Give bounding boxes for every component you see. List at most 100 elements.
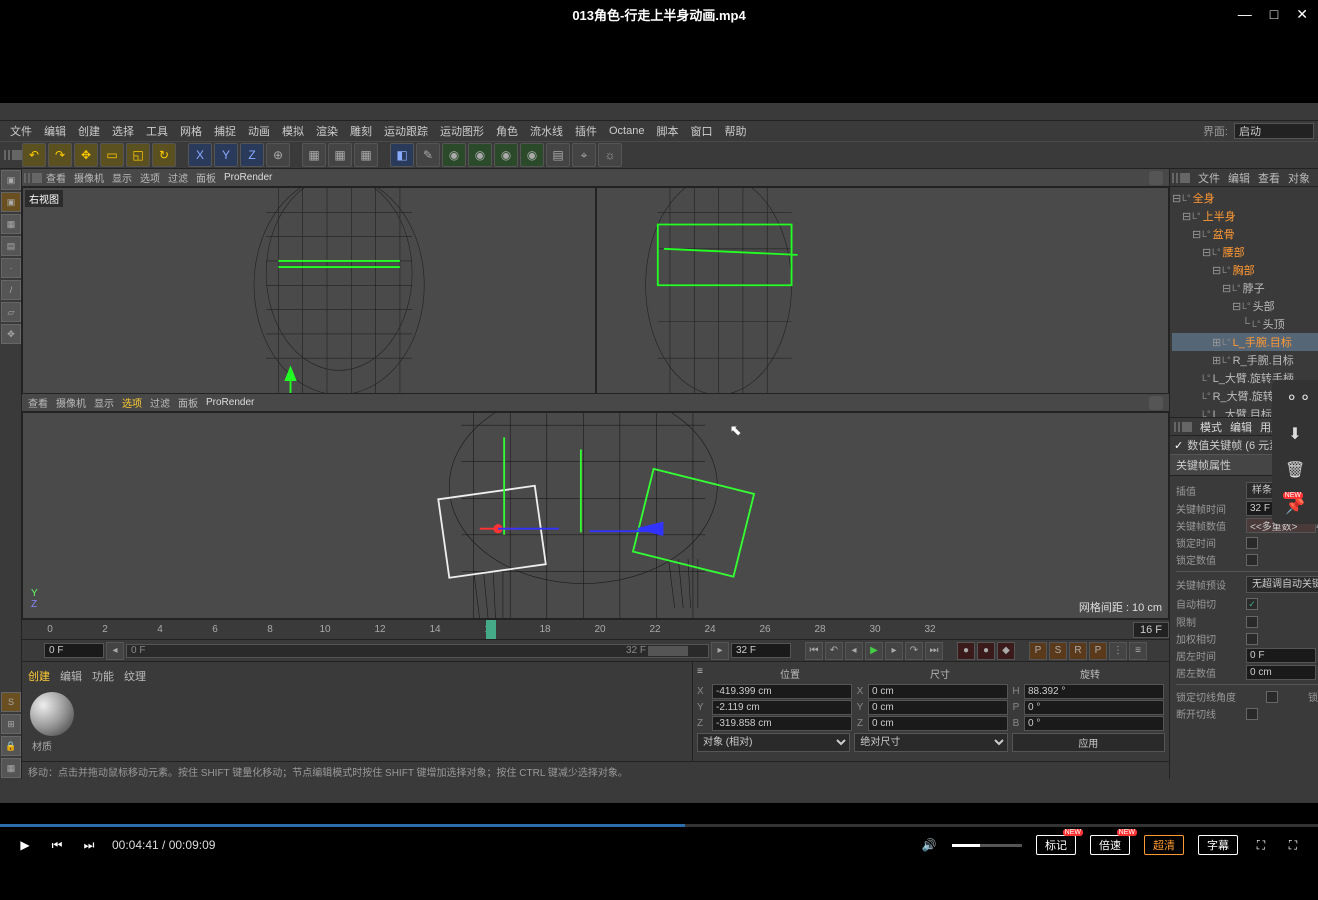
cube-primitive-button[interactable]: ◧: [390, 143, 414, 167]
texture-mode-button[interactable]: ▦: [1, 214, 21, 234]
mat-menu-create[interactable]: 创建: [28, 668, 50, 684]
misc-button[interactable]: ▦: [1, 758, 21, 778]
point-mode-button[interactable]: ·: [1, 258, 21, 278]
maximize-button[interactable]: □: [1270, 6, 1278, 23]
vp-menu-display[interactable]: 显示: [108, 170, 136, 185]
tree-item-3[interactable]: ⊟L°腰部: ::: [1172, 243, 1318, 261]
timeline-ruler[interactable]: 16 F 02468101214161820222426283032: [22, 619, 1169, 639]
workplane-toggle[interactable]: ⊞: [1, 714, 21, 734]
tree-item-8[interactable]: ⊞L°L_手腕.目标: ::: [1172, 333, 1318, 351]
menu-1[interactable]: 编辑: [38, 123, 72, 139]
tree-item-1[interactable]: ⊟L°上半身: ::: [1172, 207, 1318, 225]
next-video-button[interactable]: ⏭: [80, 836, 98, 854]
lock-button[interactable]: 🔒: [1, 736, 21, 756]
mat-menu-func[interactable]: 功能: [92, 668, 114, 684]
vp-menu-options[interactable]: 选项: [136, 170, 164, 185]
edge-mode-button[interactable]: /: [1, 280, 21, 300]
share-icon[interactable]: ⚬⚬: [1285, 388, 1305, 408]
range-end-input[interactable]: [731, 643, 791, 658]
snap-button[interactable]: S: [1, 692, 21, 712]
leftval-input[interactable]: [1246, 665, 1316, 680]
tree-item-4[interactable]: ⊟L°胸部: ::: [1172, 261, 1318, 279]
workplane-button[interactable]: ▤: [1, 236, 21, 256]
record-button[interactable]: ●: [957, 642, 975, 660]
viewport-top-left[interactable]: 右视图: [22, 187, 596, 394]
vp-menu-filter[interactable]: 过滤: [146, 395, 174, 410]
trash-icon[interactable]: 🗑: [1285, 460, 1305, 480]
tree-item-5[interactable]: ⊟L°脖子: ::: [1172, 279, 1318, 297]
play-pause-button[interactable]: ▶: [16, 836, 34, 854]
tree-item-6[interactable]: ⊟L°头部: ::: [1172, 297, 1318, 315]
floor-button[interactable]: ▤: [546, 143, 570, 167]
undo-button[interactable]: ↶: [22, 143, 46, 167]
attr-edit[interactable]: 编辑: [1230, 419, 1252, 435]
render-view-button[interactable]: ▦: [302, 143, 326, 167]
deformer-button[interactable]: ◉: [520, 143, 544, 167]
camera-button[interactable]: ⌖: [572, 143, 596, 167]
size-Y[interactable]: [868, 700, 1008, 715]
close-button[interactable]: ✕: [1296, 6, 1308, 23]
vp-config-icon[interactable]: [1149, 396, 1163, 410]
z-axis-toggle[interactable]: Z: [240, 143, 264, 167]
menu-3[interactable]: 选择: [106, 123, 140, 139]
menu-17[interactable]: 脚本: [650, 123, 684, 139]
breaktan-check[interactable]: [1246, 708, 1258, 720]
volume-icon[interactable]: 🔊: [920, 836, 938, 854]
autokey-button[interactable]: ●: [977, 642, 995, 660]
polygon-mode-button[interactable]: ▱: [1, 302, 21, 322]
coord-system-button[interactable]: ⊕: [266, 143, 290, 167]
vp-menu-view[interactable]: 查看: [24, 395, 52, 410]
fullscreen-icon[interactable]: ⛶: [1284, 836, 1302, 854]
tree-item-9[interactable]: ⊞L°R_手腕.目标: ::: [1172, 351, 1318, 369]
vp-menu-prorender[interactable]: ProRender: [202, 397, 258, 408]
locktime-check[interactable]: [1246, 537, 1258, 549]
menu-18[interactable]: 窗口: [684, 123, 718, 139]
menu-12[interactable]: 运动图形: [434, 123, 490, 139]
render-region-button[interactable]: ▦: [328, 143, 352, 167]
om-edit[interactable]: 编辑: [1228, 170, 1250, 186]
vp-menu-prorender[interactable]: ProRender: [220, 172, 276, 183]
menu-7[interactable]: 动画: [242, 123, 276, 139]
locktanangle-check[interactable]: [1266, 691, 1278, 703]
param-key-toggle[interactable]: P: [1089, 642, 1107, 660]
menu-0[interactable]: 文件: [4, 123, 38, 139]
timeline-playhead[interactable]: [486, 620, 496, 639]
vp-menu-camera[interactable]: 摄像机: [70, 170, 108, 185]
range-handle-right[interactable]: ▸: [711, 642, 729, 660]
rot-key-toggle[interactable]: R: [1069, 642, 1087, 660]
attr-mode[interactable]: 模式: [1200, 419, 1222, 435]
pip-icon[interactable]: ⛶: [1252, 836, 1270, 854]
volume-slider[interactable]: [952, 844, 1022, 847]
tree-item-0[interactable]: ⊟L°全身: ::: [1172, 189, 1318, 207]
prev-frame-button[interactable]: ◂: [845, 642, 863, 660]
minimize-button[interactable]: —: [1238, 6, 1252, 23]
subtitle-button[interactable]: 字幕: [1198, 835, 1238, 855]
pos-key-toggle[interactable]: P: [1029, 642, 1047, 660]
menu-13[interactable]: 角色: [490, 123, 524, 139]
speed-button[interactable]: 倍速NEW: [1090, 835, 1130, 855]
scale-tool[interactable]: ◱: [126, 143, 150, 167]
menu-2[interactable]: 创建: [72, 123, 106, 139]
vp-menu-camera[interactable]: 摄像机: [52, 395, 90, 410]
viewport-top-right[interactable]: [596, 187, 1170, 394]
live-select-tool[interactable]: ✥: [74, 143, 98, 167]
vp-menu-options[interactable]: 选项: [118, 395, 146, 410]
vp-menu-panel[interactable]: 面板: [192, 170, 220, 185]
timeline-open-button[interactable]: ≡: [1129, 642, 1147, 660]
y-axis-toggle[interactable]: Y: [214, 143, 238, 167]
light-button[interactable]: ☼: [598, 143, 622, 167]
menu-4[interactable]: 工具: [140, 123, 174, 139]
size-Z[interactable]: [868, 716, 1008, 731]
material-preview-sphere[interactable]: [30, 692, 74, 736]
mat-menu-tex[interactable]: 纹理: [124, 668, 146, 684]
om-object[interactable]: 对象: [1288, 170, 1310, 186]
scale-key-toggle[interactable]: S: [1049, 642, 1067, 660]
menu-5[interactable]: 网格: [174, 123, 208, 139]
size-mode-select[interactable]: 绝对尺寸: [854, 733, 1007, 752]
pos-Y[interactable]: [712, 700, 852, 715]
pin-icon[interactable]: 📌: [1285, 496, 1305, 516]
clamp-check[interactable]: [1246, 616, 1258, 628]
menu-14[interactable]: 流水线: [524, 123, 569, 139]
make-editable-button[interactable]: ▣: [1, 170, 21, 190]
menu-9[interactable]: 渲染: [310, 123, 344, 139]
